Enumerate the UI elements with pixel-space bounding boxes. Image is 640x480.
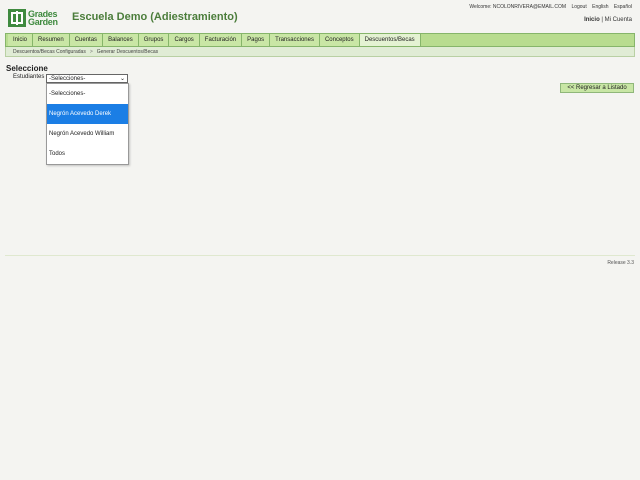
nav-transacciones[interactable]: Transacciones — [270, 34, 320, 46]
footer-divider — [5, 255, 635, 256]
nav-pagos[interactable]: Pagos — [242, 34, 271, 46]
logo-text-line-2: Garden — [28, 17, 58, 27]
option-derek[interactable]: Negrón Acevedo Derek — [47, 104, 128, 124]
logo-text: Grades Garden — [28, 10, 58, 27]
welcome-bar: Welcome: NCOLONRIVERA@EMAIL.COM Logout E… — [465, 4, 632, 10]
nav-descuentos-becas[interactable]: Descuentos/Becas — [359, 34, 421, 46]
release-text: Release 3.3 — [607, 260, 634, 266]
estudiantes-label: Estudiantes — [13, 74, 45, 80]
quick-links: Inicio | Mi Cuenta — [584, 17, 632, 23]
estudiantes-dropdown: -Selecciones- Negrón Acevedo Derek Negró… — [46, 83, 129, 165]
breadcrumb-configuradas[interactable]: Descuentos/Becas Configuradas — [13, 49, 86, 55]
nav-balances[interactable]: Balances — [103, 34, 139, 46]
grades-garden-logo: Grades Garden — [8, 8, 62, 28]
nav-conceptos[interactable]: Conceptos — [319, 34, 360, 46]
main-nav: Inicio Resumen Cuentas Balances Grupos C… — [5, 33, 635, 47]
option-todos[interactable]: Todos — [47, 144, 128, 164]
inicio-link[interactable]: Inicio — [584, 17, 600, 23]
nav-facturacion[interactable]: Facturación — [199, 34, 243, 46]
breadcrumb-generar[interactable]: Generar Descuentos/Becas — [97, 49, 158, 55]
school-name: Escuela Demo (Adiestramiento) — [72, 11, 238, 23]
breadcrumb: Descuentos/Becas Configuradas > Generar … — [5, 47, 635, 57]
spanish-link[interactable]: Español — [614, 4, 632, 10]
page-title: Seleccione — [6, 64, 48, 73]
logout-link[interactable]: Logout — [571, 4, 586, 10]
nav-inicio[interactable]: Inicio — [8, 34, 34, 46]
option-william[interactable]: Negrón Acevedo William — [47, 124, 128, 144]
selected-value: -Selecciones- — [49, 75, 86, 82]
logo-icon — [8, 9, 26, 27]
mi-cuenta-link[interactable]: Mi Cuenta — [605, 17, 632, 23]
nav-resumen[interactable]: Resumen — [33, 34, 70, 46]
nav-cargos[interactable]: Cargos — [169, 34, 200, 46]
breadcrumb-separator: > — [89, 48, 93, 55]
nav-grupos[interactable]: Grupos — [138, 34, 170, 46]
chevron-down-icon: ⌄ — [119, 76, 125, 82]
welcome-text: Welcome: NCOLONRIVERA@EMAIL.COM — [469, 4, 567, 10]
option-selecciones[interactable]: -Selecciones- — [47, 84, 128, 104]
regresar-button[interactable]: << Regresar a Listado — [560, 83, 634, 93]
nav-cuentas[interactable]: Cuentas — [69, 34, 104, 46]
estudiantes-select[interactable]: -Selecciones- ⌄ — [46, 74, 128, 83]
english-link[interactable]: English — [592, 4, 608, 10]
